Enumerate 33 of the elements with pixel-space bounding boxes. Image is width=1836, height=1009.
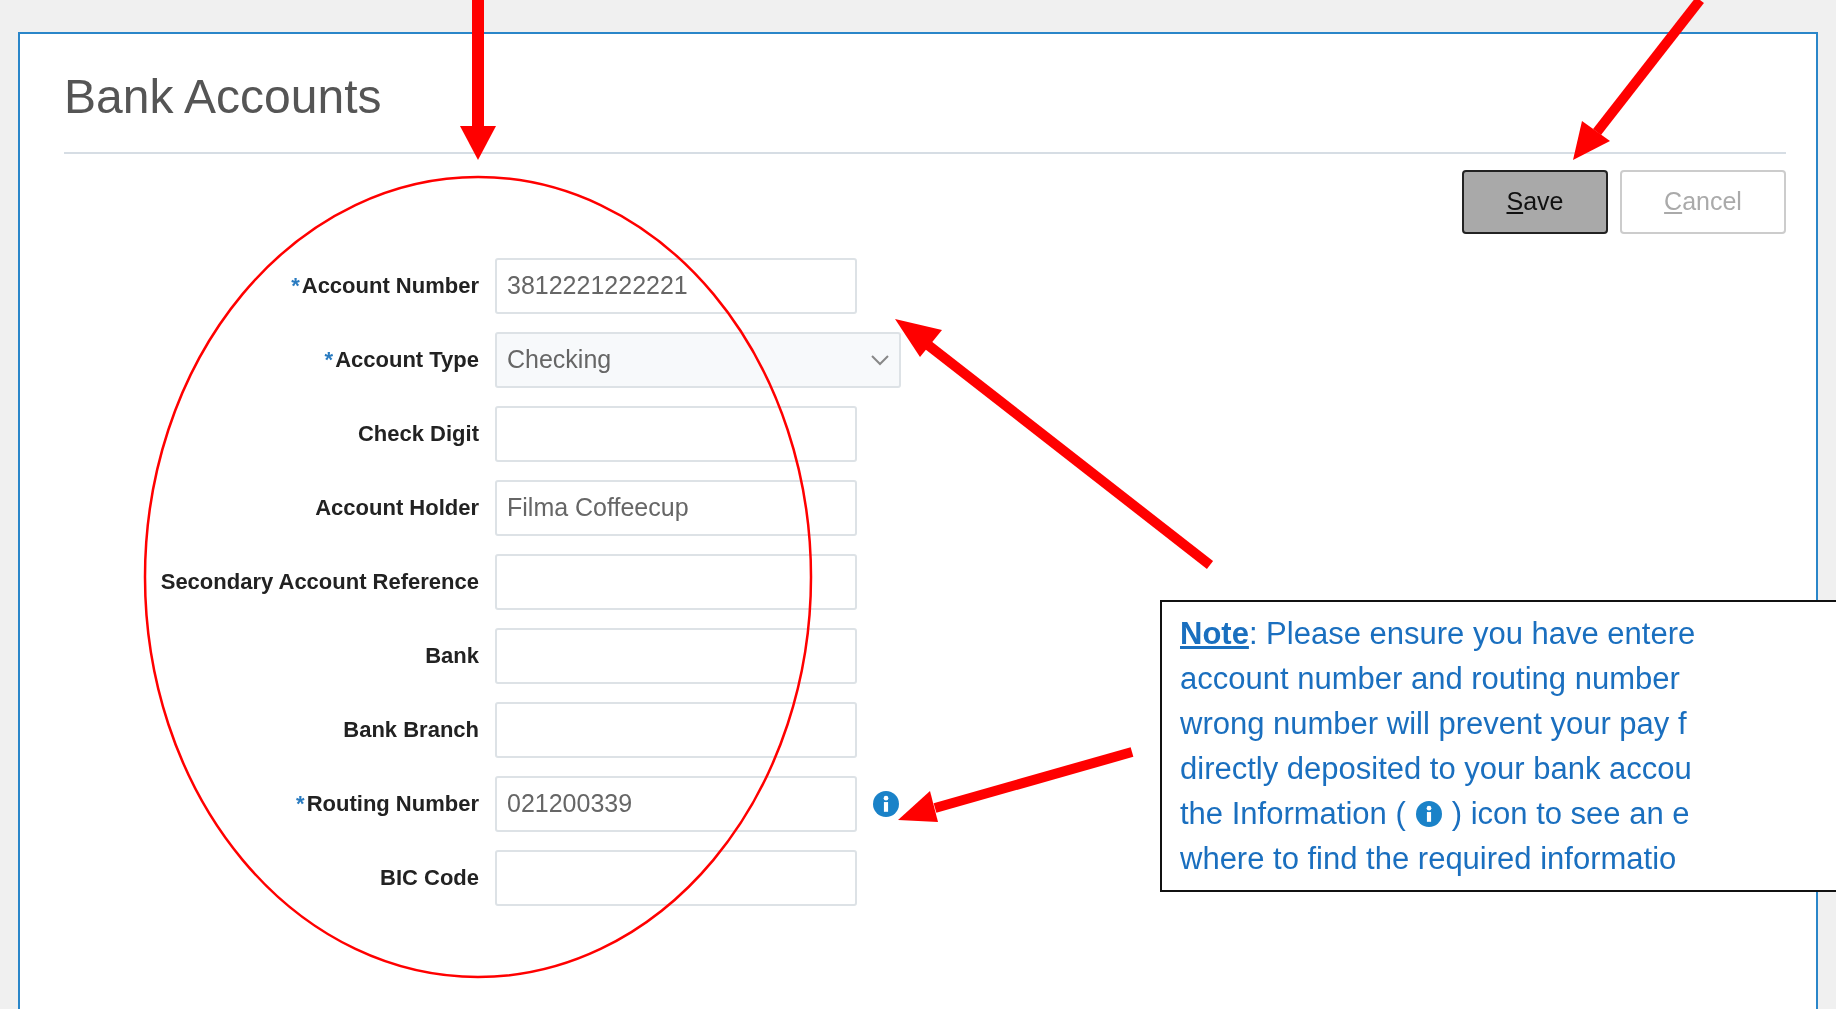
note-text: ) icon to see an e [1451, 794, 1690, 833]
page-title: Bank Accounts [64, 69, 383, 125]
input-field[interactable]: Filma Coffeecup [495, 479, 857, 536]
input-field[interactable] [495, 701, 857, 758]
input-field[interactable] [495, 627, 857, 684]
input-field[interactable] [495, 405, 857, 462]
field-label: Bank Branch [343, 716, 479, 745]
info-icon[interactable] [873, 790, 899, 817]
field-label: Account Holder [315, 494, 479, 523]
note-text: wrong number will prevent your pay f [1180, 704, 1687, 743]
note-text: directly deposited to your bank accou [1180, 749, 1692, 788]
input-field[interactable]: 3812221222221 [495, 257, 857, 314]
note-text: account number and routing number [1180, 659, 1680, 698]
input-field[interactable]: 021200339 [495, 775, 857, 832]
input-field[interactable] [495, 849, 857, 906]
input-field[interactable] [495, 553, 857, 610]
required-marker: * [324, 346, 334, 375]
field-label: Account Type [335, 346, 479, 375]
save-button[interactable]: Save [1462, 169, 1608, 234]
required-marker: * [296, 790, 305, 819]
field-label: Bank [425, 642, 479, 671]
info-icon[interactable] [1415, 801, 1442, 828]
field-label: Check Digit [357, 420, 479, 449]
field-label: Account Number [301, 272, 479, 301]
note-text: where to find the required informatio [1180, 839, 1677, 878]
note-text: Note: Please ensure you have entere [1180, 615, 1696, 653]
field-label: Secondary Account Reference [160, 568, 479, 597]
chevron-down-icon [871, 353, 889, 366]
note-text: the Information ( [1180, 794, 1406, 833]
field-label: Routing Number [306, 790, 479, 819]
dropdown-field[interactable]: Checking [495, 331, 901, 388]
required-marker: * [291, 272, 300, 301]
field-label: BIC Code [380, 864, 479, 893]
